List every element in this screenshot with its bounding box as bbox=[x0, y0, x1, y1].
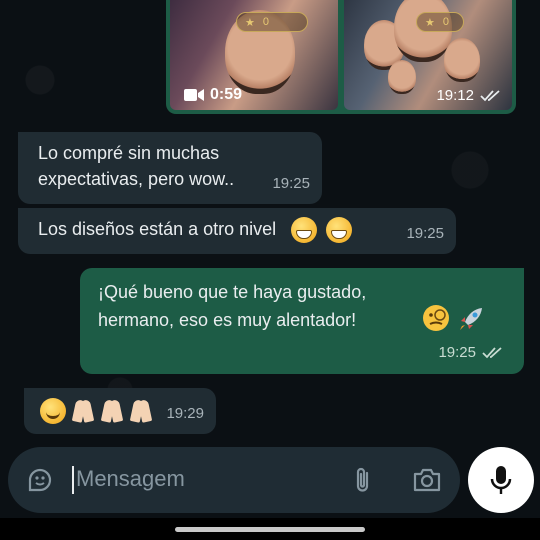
media-message[interactable]: ★ 0 0:59 ★ 0 19:12 bbox=[166, 0, 516, 114]
message-input[interactable]: Mensagem bbox=[72, 465, 350, 495]
message-emojis bbox=[422, 304, 486, 334]
message-time: 19:25 bbox=[272, 175, 310, 192]
message-meta: 19:12 bbox=[436, 87, 502, 104]
message-input-placeholder: Mensagem bbox=[76, 465, 185, 491]
message-emojis bbox=[291, 217, 353, 244]
message-time: 19:25 bbox=[438, 344, 476, 361]
sticker-icon[interactable] bbox=[26, 466, 54, 494]
folded-hands-emoji bbox=[100, 398, 124, 424]
grinning-face-emoji bbox=[326, 217, 353, 244]
incoming-message[interactable]: Los diseños están a otro nivel 19:25 bbox=[18, 208, 456, 254]
thumbnail-badge: ★ 0 bbox=[416, 12, 464, 32]
video-thumbnail[interactable]: ★ 0 0:59 bbox=[170, 0, 338, 110]
video-thumbnail[interactable]: ★ 0 19:12 bbox=[344, 0, 512, 110]
message-text: ¡Qué bueno que te haya gustado, hermano,… bbox=[98, 282, 367, 330]
text-caret bbox=[72, 466, 74, 495]
message-time: 19:25 bbox=[406, 225, 444, 242]
camera-icon[interactable] bbox=[412, 467, 442, 493]
video-duration: 0:59 bbox=[184, 86, 242, 104]
thumbnail-face bbox=[444, 38, 480, 82]
thumbnail-badge: ★ 0 bbox=[236, 12, 308, 32]
thumbnail-face bbox=[388, 60, 416, 94]
double-check-icon bbox=[480, 89, 500, 101]
message-emojis bbox=[40, 398, 153, 425]
home-indicator[interactable] bbox=[175, 527, 365, 532]
face-with-monocle-emoji bbox=[423, 305, 449, 331]
folded-hands-emoji bbox=[71, 398, 95, 424]
voice-record-button[interactable] bbox=[468, 447, 534, 513]
message-time: 19:29 bbox=[166, 405, 204, 422]
attach-icon[interactable] bbox=[350, 465, 376, 495]
incoming-message[interactable]: Lo compré sin muchas expectativas, pero … bbox=[18, 132, 322, 204]
video-camera-icon bbox=[184, 89, 204, 101]
incoming-message[interactable]: 19:29 bbox=[24, 388, 216, 434]
folded-hands-emoji bbox=[129, 398, 153, 424]
message-composer[interactable]: Mensagem bbox=[8, 447, 460, 513]
smiling-face-emoji bbox=[40, 398, 66, 425]
double-check-icon bbox=[482, 347, 502, 359]
message-text: Los diseños están a otro nivel bbox=[38, 219, 277, 239]
message-text: Lo compré sin muchas expectativas, pero … bbox=[38, 143, 235, 189]
mic-icon bbox=[490, 466, 512, 494]
message-meta: 19:25 bbox=[438, 340, 504, 366]
outgoing-message[interactable]: ¡Qué bueno que te haya gustado, hermano,… bbox=[80, 268, 524, 374]
rocket-emoji bbox=[459, 308, 482, 330]
grinning-face-emoji bbox=[291, 217, 318, 244]
system-navigation-bar bbox=[0, 518, 540, 540]
